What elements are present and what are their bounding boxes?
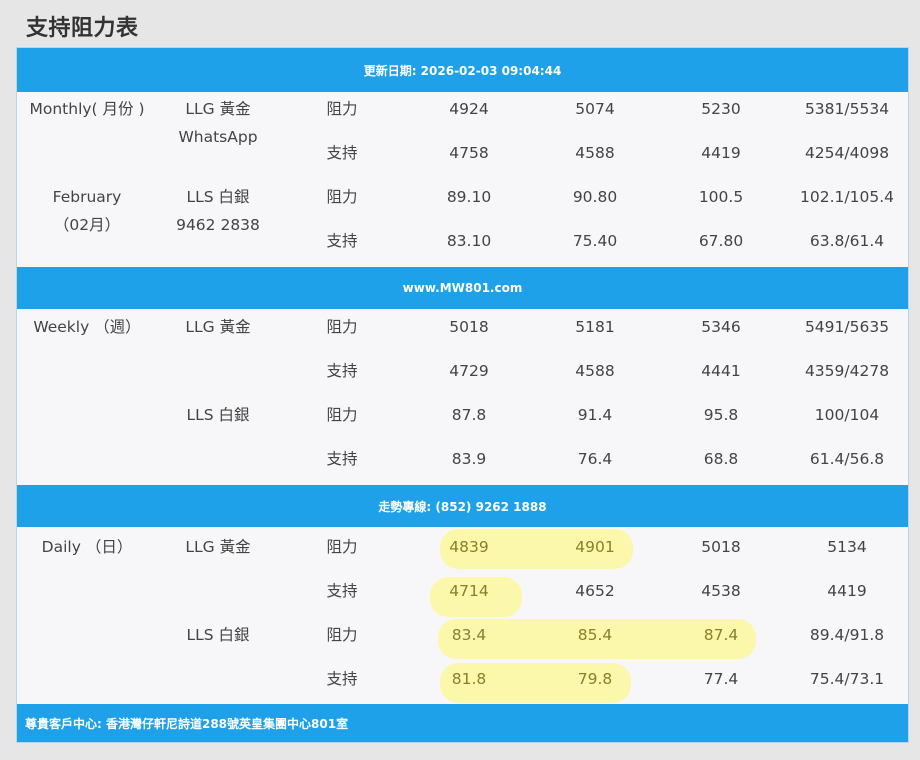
value-cell: 5230 bbox=[701, 100, 741, 118]
monthly-month-label: February bbox=[52, 188, 122, 206]
page-title: 支持阻力表 bbox=[26, 16, 139, 41]
value-cell: 5074 bbox=[575, 100, 615, 118]
value-cell: 83.9 bbox=[451, 450, 487, 468]
value-cell: 5491/5635 bbox=[804, 318, 890, 336]
value-cell: 90.80 bbox=[572, 188, 618, 206]
value-cell: 4419 bbox=[701, 144, 741, 162]
value-cell: 79.8 bbox=[577, 670, 613, 688]
value-cell: 4729 bbox=[449, 362, 489, 380]
support-resistance-table: 更新日期: 2026-02-03 09:04:44 Monthly( 月份 ) … bbox=[16, 47, 909, 743]
value-cell: 91.4 bbox=[577, 406, 613, 424]
value-cell: 85.4 bbox=[577, 626, 613, 644]
row-type: 支持 bbox=[326, 144, 358, 162]
value-cell: 4901 bbox=[575, 538, 615, 556]
daily-llg-label: LLG 黃金 bbox=[185, 538, 251, 556]
value-cell: 4924 bbox=[449, 100, 489, 118]
daily-lls-label: LLS 白銀 bbox=[186, 626, 250, 644]
value-cell: 4359/4278 bbox=[804, 362, 890, 380]
value-cell: 77.4 bbox=[703, 670, 739, 688]
row-type: 支持 bbox=[326, 450, 358, 468]
row-type: 阻力 bbox=[326, 626, 358, 644]
value-cell: 5018 bbox=[449, 318, 489, 336]
value-cell: 4254/4098 bbox=[804, 144, 890, 162]
value-cell: 89.4/91.8 bbox=[809, 626, 885, 644]
monthly-period-label: Monthly( 月份 ) bbox=[29, 100, 145, 118]
value-cell: 4588 bbox=[575, 362, 615, 380]
row-type: 支持 bbox=[326, 232, 358, 250]
value-cell: 68.8 bbox=[703, 450, 739, 468]
whatsapp-label: WhatsApp bbox=[178, 128, 258, 146]
value-cell: 100/104 bbox=[814, 406, 880, 424]
weekly-period-label: Weekly （週） bbox=[33, 318, 141, 336]
weekly-section: Weekly （週） LLG 黃金 LLS 白銀 阻力 5018 5181 53… bbox=[17, 309, 908, 485]
update-date-bar: 更新日期: 2026-02-03 09:04:44 bbox=[17, 48, 908, 92]
value-cell: 100.5 bbox=[698, 188, 744, 206]
value-cell: 102.1/105.4 bbox=[800, 188, 894, 206]
value-cell: 4714 bbox=[449, 582, 489, 600]
row-type: 支持 bbox=[326, 362, 358, 380]
daily-section: Daily （日） LLG 黃金 LLS 白銀 阻力 4839 4901 501… bbox=[17, 527, 908, 704]
value-cell: 61.4/56.8 bbox=[809, 450, 885, 468]
value-cell: 75.4/73.1 bbox=[809, 670, 885, 688]
monthly-section: Monthly( 月份 ) February （02月） LLG 黃金 What… bbox=[17, 92, 908, 267]
value-cell: 76.4 bbox=[577, 450, 613, 468]
value-cell: 87.8 bbox=[451, 406, 487, 424]
value-cell: 63.8/61.4 bbox=[809, 232, 885, 250]
value-cell: 5181 bbox=[575, 318, 615, 336]
weekly-lls-label: LLS 白銀 bbox=[186, 406, 250, 424]
row-type: 阻力 bbox=[326, 188, 358, 206]
value-cell: 67.80 bbox=[698, 232, 744, 250]
value-cell: 83.4 bbox=[451, 626, 487, 644]
value-cell: 87.4 bbox=[703, 626, 739, 644]
value-cell: 4419 bbox=[827, 582, 867, 600]
value-cell: 5134 bbox=[827, 538, 867, 556]
row-type: 阻力 bbox=[326, 406, 358, 424]
value-cell: 83.10 bbox=[446, 232, 492, 250]
row-type: 阻力 bbox=[326, 100, 358, 118]
value-cell: 89.10 bbox=[446, 188, 492, 206]
value-cell: 95.8 bbox=[703, 406, 739, 424]
hotline-bar: 走勢專線: (852) 9262 1888 bbox=[17, 485, 908, 527]
value-cell: 4652 bbox=[575, 582, 615, 600]
value-cell: 81.8 bbox=[451, 670, 487, 688]
value-cell: 5346 bbox=[701, 318, 741, 336]
website-bar: www.MW801.com bbox=[17, 267, 908, 309]
row-type: 阻力 bbox=[326, 318, 358, 336]
daily-period-label: Daily （日） bbox=[41, 538, 133, 556]
monthly-llg-label: LLG 黃金 bbox=[185, 100, 251, 118]
value-cell: 5018 bbox=[701, 538, 741, 556]
value-cell: 4588 bbox=[575, 144, 615, 162]
row-type: 支持 bbox=[326, 582, 358, 600]
value-cell: 5381/5534 bbox=[804, 100, 890, 118]
value-cell: 4758 bbox=[449, 144, 489, 162]
row-type: 阻力 bbox=[326, 538, 358, 556]
weekly-llg-label: LLG 黃金 bbox=[185, 318, 251, 336]
row-type: 支持 bbox=[326, 670, 358, 688]
whatsapp-number: 9462 2838 bbox=[176, 216, 260, 234]
monthly-month-number: （02月） bbox=[53, 216, 121, 234]
value-cell: 4538 bbox=[701, 582, 741, 600]
value-cell: 75.40 bbox=[572, 232, 618, 250]
value-cell: 4441 bbox=[701, 362, 741, 380]
value-cell: 4839 bbox=[449, 538, 489, 556]
monthly-lls-label: LLS 白銀 bbox=[186, 188, 250, 206]
address-bar: 尊貴客戶中心: 香港灣仔軒尼詩道288號英皇集團中心801室 bbox=[17, 704, 908, 742]
